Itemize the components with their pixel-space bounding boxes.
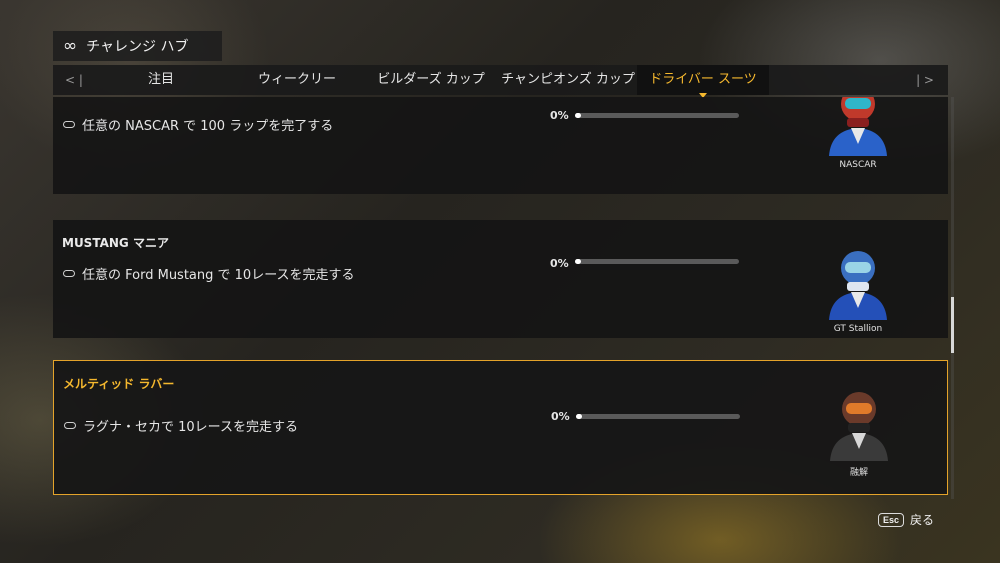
tab-prev-arrow-icon[interactable]: < | — [65, 65, 83, 95]
esc-key-icon: Esc — [878, 512, 905, 527]
reward-suit: NASCAR — [823, 97, 893, 178]
progress-bar — [576, 414, 740, 419]
challenge-title: MUSTANG マニア — [62, 236, 169, 250]
challenge-card-mustang[interactable]: MUSTANG マニア 任意の Ford Mustang で 10レースを完走す… — [53, 220, 948, 338]
back-button[interactable]: Esc 戻る — [878, 511, 934, 528]
challenge-card-nascar[interactable]: 任意の NASCAR で 100 ラップを完了する 0% NASCAR — [53, 97, 948, 194]
tab-bar: < | 注目 ウィークリー ビルダーズ カップ チャンピオンズ カップ ドライバ… — [53, 65, 948, 98]
driver-helmet-icon — [830, 392, 888, 461]
back-label: 戻る — [910, 513, 935, 527]
tab-driver-suits[interactable]: ドライバー スーツ — [637, 65, 769, 98]
reward-suit: GT Stallion — [823, 242, 893, 342]
tab-featured[interactable]: 注目 — [101, 65, 221, 95]
progress-percent: 0% — [551, 410, 570, 423]
task-ring-icon — [63, 121, 75, 128]
challenge-title: メルティッド ラバー — [63, 377, 175, 391]
challenge-task: 任意の NASCAR で 100 ラップを完了する — [63, 115, 333, 134]
reward-suit: 融解 — [824, 383, 894, 483]
driver-helmet-icon — [829, 251, 887, 320]
challenge-card-melted-rubber[interactable]: メルティッド ラバー ラグナ・セカで 10レースを完走する 0% 融解 — [53, 360, 948, 495]
reward-label: NASCAR — [839, 160, 877, 170]
driver-helmet-icon — [829, 97, 887, 156]
hub-title: チャレンジ ハブ — [86, 39, 189, 55]
challenge-hub-header: ∞ チャレンジ ハブ — [53, 31, 222, 61]
task-ring-icon — [63, 270, 75, 277]
infinity-icon: ∞ — [63, 36, 77, 56]
challenge-task: 任意の Ford Mustang で 10レースを完走する — [63, 264, 355, 283]
tab-next-arrow-icon[interactable]: | > — [916, 65, 934, 95]
progress-percent: 0% — [550, 257, 569, 270]
task-text: ラグナ・セカで 10レースを完走する — [83, 420, 299, 435]
tab-builders-cup[interactable]: ビルダーズ カップ — [371, 65, 491, 95]
progress-percent: 0% — [550, 109, 569, 122]
tab-champions-cup[interactable]: チャンピオンズ カップ — [501, 65, 635, 95]
task-text: 任意の NASCAR で 100 ラップを完了する — [82, 119, 334, 134]
tab-weekly[interactable]: ウィークリー — [237, 65, 357, 95]
progress-bar — [575, 113, 739, 118]
reward-label: GT Stallion — [833, 324, 883, 334]
progress-bar — [575, 259, 739, 264]
scrollbar-thumb[interactable] — [951, 297, 954, 353]
task-ring-icon — [64, 422, 76, 429]
challenge-task: ラグナ・セカで 10レースを完走する — [64, 416, 298, 435]
reward-label: 融解 — [849, 468, 868, 478]
task-text: 任意の Ford Mustang で 10レースを完走する — [82, 268, 355, 283]
list-scrollbar[interactable] — [951, 97, 954, 499]
challenge-list: 任意の NASCAR で 100 ラップを完了する 0% NASCAR MUST… — [53, 97, 948, 499]
